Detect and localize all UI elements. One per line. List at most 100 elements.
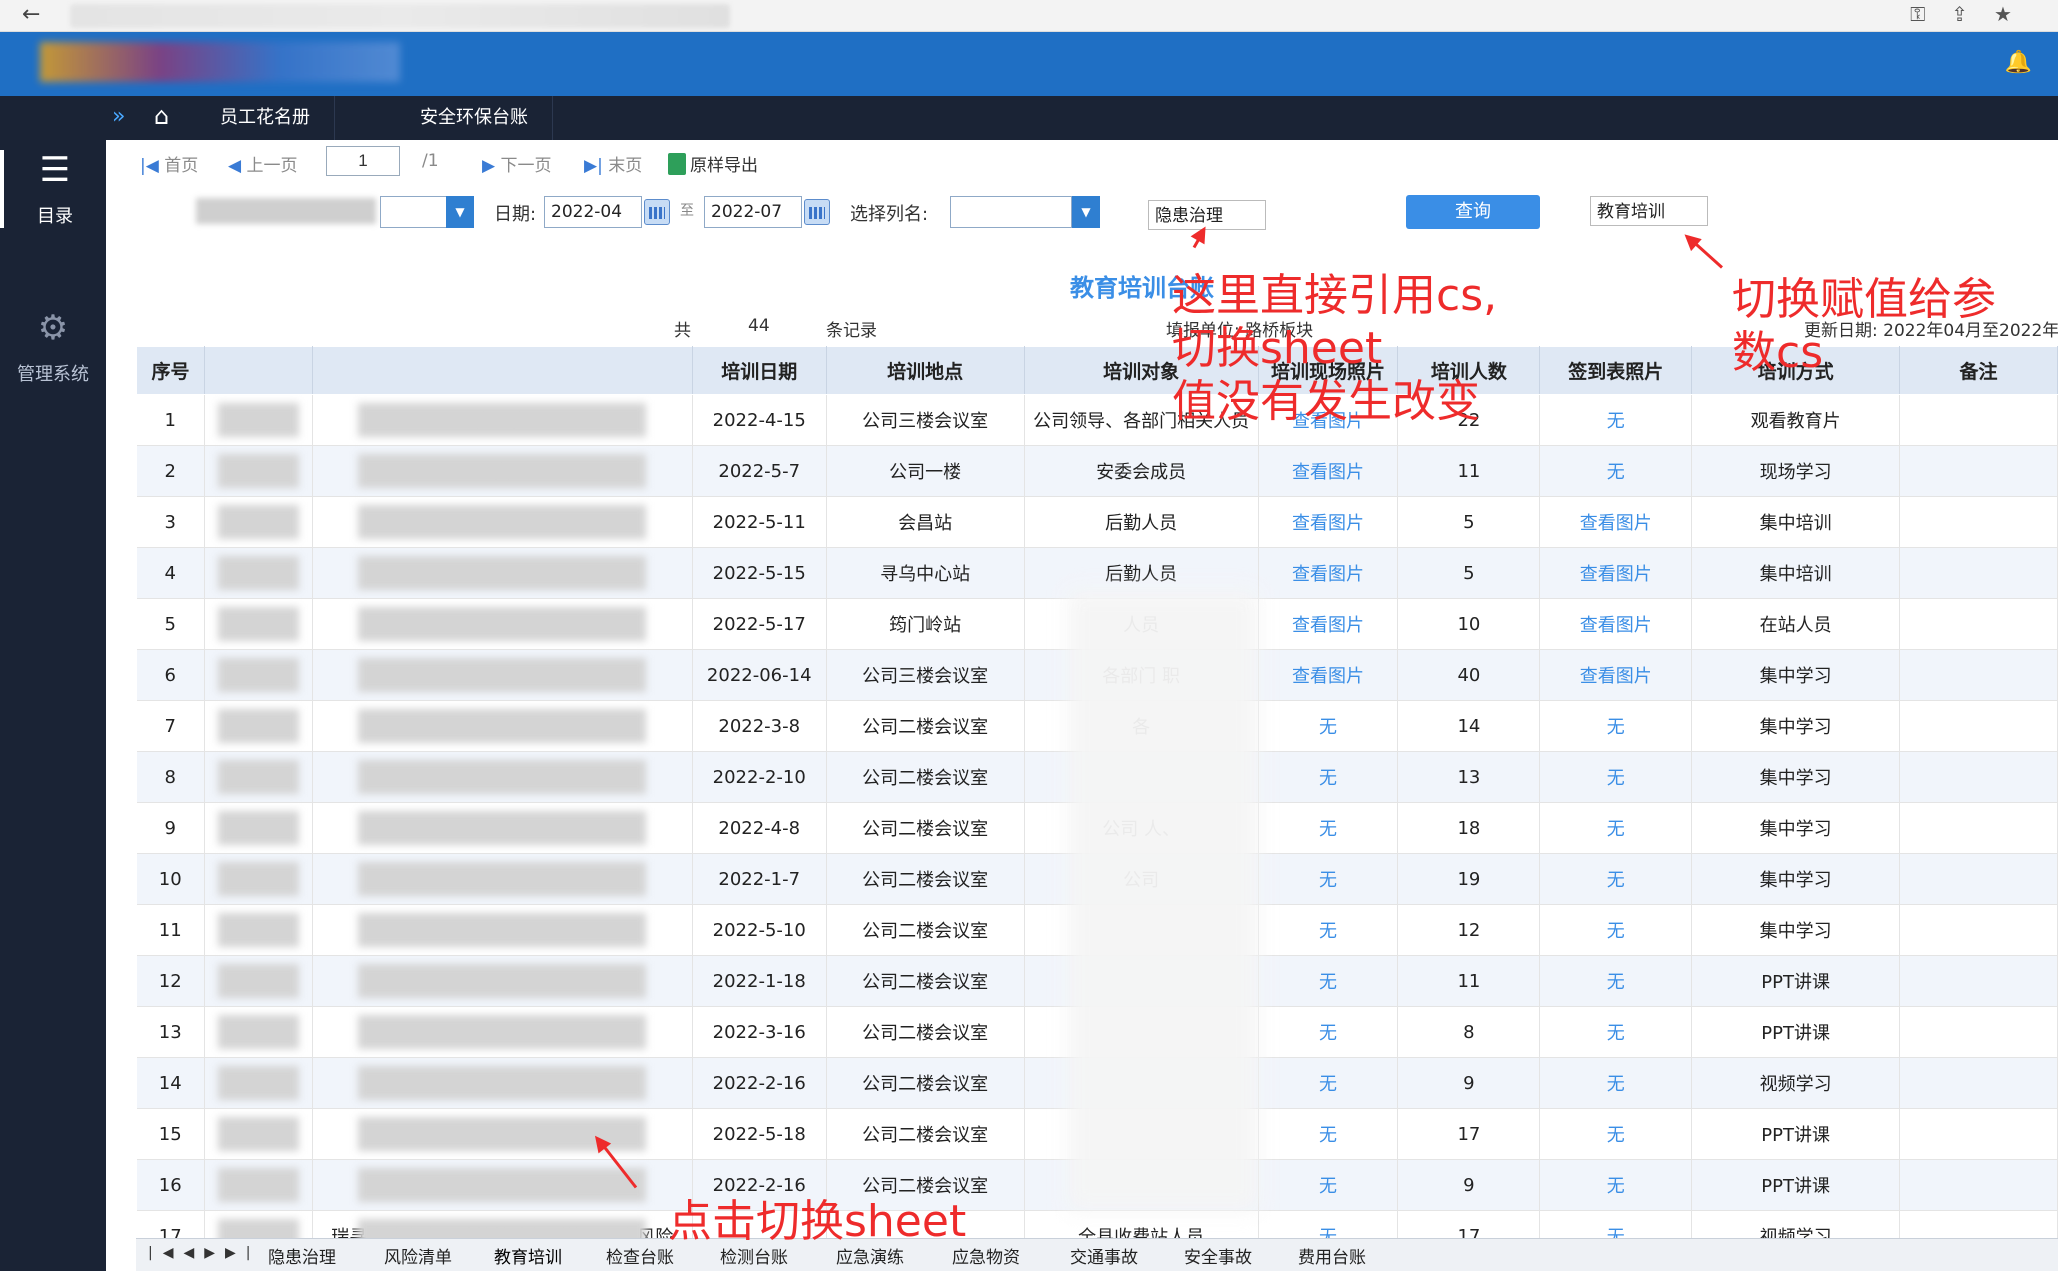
- image-link-cell: 无: [1539, 904, 1693, 956]
- back-arrow-icon[interactable]: ←: [22, 2, 40, 27]
- column-select-label: 选择列名:: [850, 204, 929, 225]
- table-cell: 公司三楼会议室: [826, 649, 1025, 701]
- table-row: 1 交通安 2022-4-15 公司三楼会议室 公司领导、各部门相关人员 查看图片 22 无观…: [136, 394, 2058, 446]
- image-link-cell: 无: [1539, 700, 1693, 752]
- sheet-tab[interactable]: 费用台账: [1298, 1243, 1366, 1268]
- table-cell: [1899, 496, 2058, 548]
- table-cell: 10: [136, 853, 205, 905]
- table-cell: PPT讲课: [1691, 1006, 1901, 1058]
- image-link-cell[interactable]: 查看图片: [1258, 598, 1399, 650]
- tab-roster[interactable]: 员工花名册: [196, 96, 335, 140]
- filter-bar: ▼ 日期: 2022-04 至 2022-07 选择列名: ▼ 隐患治理 查询 …: [0, 190, 2058, 250]
- table-cell: [1899, 904, 2058, 956]
- image-link-cell[interactable]: 查看图片: [1258, 496, 1399, 548]
- table-cell: 9: [1397, 1159, 1541, 1211]
- table-cell: 9: [1397, 1057, 1541, 1109]
- page-number-input[interactable]: [326, 146, 400, 176]
- last-label: 末页: [608, 156, 643, 176]
- table-cell: [312, 1108, 693, 1160]
- sheet-tab[interactable]: 教育培训: [494, 1243, 562, 1268]
- table-cell: 17: [1397, 1108, 1541, 1160]
- table-cell: 2022-06-14: [692, 649, 827, 701]
- unit-dropdown-button[interactable]: ▼: [446, 196, 474, 228]
- image-link-cell[interactable]: 查看图片: [1539, 598, 1693, 650]
- table-cell: 2022-3-16: [692, 1006, 827, 1058]
- image-link-cell[interactable]: 查看图片: [1258, 649, 1399, 701]
- table-cell: 交通安: [312, 394, 693, 446]
- image-link-cell[interactable]: 查看图片: [1258, 547, 1399, 599]
- sheet-tab-bar: |◀◀▶▶| 隐患治理 风险清单 教育培训 检查台账 检测台账 应急演练 应急物资 交通事故安…: [136, 1238, 2058, 1271]
- table-cell: 后勤人员: [1024, 496, 1259, 548]
- image-link-cell: 无: [1539, 394, 1693, 446]
- education-field[interactable]: 教育培训: [1590, 196, 1708, 226]
- export-button[interactable]: 原样导出: [668, 151, 758, 176]
- column-select[interactable]: [950, 196, 1072, 228]
- table-cell: [312, 955, 693, 1007]
- image-link-cell: 无: [1258, 751, 1399, 803]
- list-icon: ☰: [39, 150, 71, 190]
- table-cell: 17: [1397, 1210, 1541, 1240]
- calendar-icon[interactable]: [644, 199, 670, 225]
- sheet-tab[interactable]: 隐患治理: [268, 1243, 336, 1268]
- table-cell: 集中学习: [1691, 802, 1901, 854]
- hidden-danger-field[interactable]: 隐患治理: [1148, 200, 1266, 230]
- date-from-input[interactable]: 2022-04: [544, 196, 642, 228]
- sheet-tab[interactable]: 风险清单: [384, 1243, 452, 1268]
- table-cell: 2022-1-18: [692, 955, 827, 1007]
- table-cell: [204, 1159, 313, 1211]
- expand-icon[interactable]: »: [112, 104, 125, 129]
- first-page-button[interactable]: |◀ 首页: [140, 151, 198, 176]
- sidebar-item-label: 管理系统: [17, 364, 89, 385]
- date-to-input[interactable]: 2022-07: [704, 196, 802, 228]
- sheet-tab[interactable]: 交通事故: [1070, 1243, 1138, 1268]
- table-row: 17 瑞寻高速安全风险管控清单（第一以上风险 全县收费站人员无 17 无视频学习: [136, 1210, 2058, 1240]
- table-cell: 4: [136, 547, 205, 599]
- table-cell: 5: [1397, 547, 1541, 599]
- sheet-tab[interactable]: 检查台账: [606, 1243, 674, 1268]
- prev-page-button[interactable]: ◀ 上一页: [228, 151, 297, 176]
- table-cell: 观看教育片: [1691, 394, 1901, 446]
- table-cell: 公司二楼会议室: [826, 802, 1025, 854]
- table-cell: 公司一楼: [826, 445, 1025, 497]
- sheet-tab[interactable]: 安全事故: [1184, 1243, 1252, 1268]
- image-link-cell[interactable]: 查看图片: [1258, 445, 1399, 497]
- image-link-cell: 无: [1539, 1057, 1693, 1109]
- tab-safety-ledger[interactable]: 安全环保台账: [396, 96, 553, 140]
- table-cell: 1: [136, 394, 205, 446]
- unit-select[interactable]: [380, 196, 448, 228]
- image-link-cell[interactable]: 查看图片: [1539, 496, 1693, 548]
- table-cell: 2022-3-8: [692, 700, 827, 752]
- column-dropdown-button[interactable]: ▼: [1072, 196, 1100, 228]
- table-cell: 集中学习: [1691, 700, 1901, 752]
- table-cell: [204, 1006, 313, 1058]
- calendar-icon[interactable]: [804, 199, 830, 225]
- table-cell: [312, 496, 693, 548]
- sidebar-item-management[interactable]: ⚙ 管理系统: [0, 308, 106, 386]
- image-link-cell[interactable]: 查看图片: [1539, 547, 1693, 599]
- query-button[interactable]: 查询: [1406, 195, 1540, 229]
- table-cell: 11: [136, 904, 205, 956]
- browser-action-icons[interactable]: ⚿⇪★: [1910, 2, 2038, 26]
- col-header-blurred: [203, 346, 313, 395]
- image-link-cell: 无: [1539, 1108, 1693, 1160]
- table-cell: 7: [136, 700, 205, 752]
- image-link-cell: 无: [1539, 1210, 1693, 1240]
- home-icon[interactable]: ⌂: [154, 102, 169, 130]
- image-link-cell: 无: [1258, 1108, 1399, 1160]
- date-range-separator: 至: [680, 203, 694, 219]
- last-page-button[interactable]: ▶| 末页: [584, 151, 642, 176]
- bell-icon[interactable]: 🔔: [2005, 50, 2032, 75]
- blurred-address-bar[interactable]: [70, 4, 730, 28]
- table-cell: [312, 598, 693, 650]
- table-cell: 2022-4-8: [692, 802, 827, 854]
- image-link-cell[interactable]: 查看图片: [1539, 649, 1693, 701]
- table-cell: [1899, 853, 2058, 905]
- sheet-nav-arrows[interactable]: |◀◀▶▶|: [148, 1245, 261, 1261]
- table-cell: 2022-2-16: [692, 1057, 827, 1109]
- table-cell: 全县收费站人员: [1024, 1210, 1259, 1240]
- col-header: 培训日期: [691, 346, 827, 395]
- next-page-button[interactable]: ▶ 下一页: [482, 151, 551, 176]
- table-cell: 公司二楼会议室: [826, 853, 1025, 905]
- table-cell: 8: [136, 751, 205, 803]
- table-cell: 集中学习: [1691, 904, 1901, 956]
